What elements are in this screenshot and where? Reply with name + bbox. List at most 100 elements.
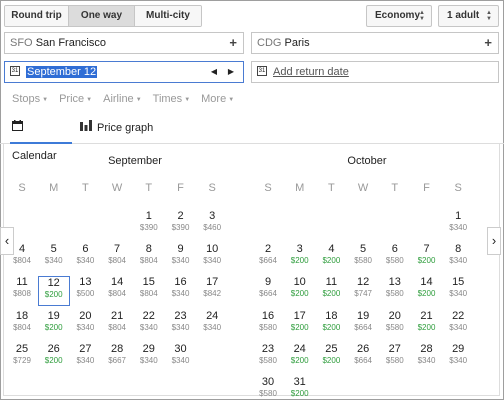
calendar-day[interactable]: 24 $340 [196,310,228,340]
price-filter[interactable]: Price ▼ [59,93,92,105]
calendar-day[interactable]: 7 $804 [101,243,133,273]
round-trip-button[interactable]: Round trip [5,6,69,26]
calendar-day[interactable]: 26 $664 [347,343,379,373]
calendar-day[interactable]: 14 $200 [411,276,443,306]
calendar-day[interactable]: 6 $580 [379,243,411,273]
next-date-arrow-icon[interactable]: ▶ [228,62,234,82]
calendar-day[interactable]: 29 $340 [133,343,165,373]
tab-calendar[interactable]: Calendar [10,114,72,162]
calendar-day[interactable]: 10 $340 [196,243,228,273]
departure-date-value[interactable]: September 12 [26,66,98,78]
day-price: $200 [417,322,436,332]
calendar-day[interactable]: 3 $460 [196,210,228,240]
calendar-day[interactable]: 30 $340 [165,343,197,373]
add-return-date-link[interactable]: Add return date [273,66,349,78]
weekday-header: S [18,182,26,194]
calendar-day[interactable]: 7 $200 [411,243,443,273]
stops-filter[interactable]: Stops ▼ [12,93,48,105]
day-number: 29 [452,342,465,355]
calendar-day[interactable]: 27 $340 [69,343,101,373]
calendar-day[interactable]: 11 $808 [6,276,38,306]
calendar-day[interactable]: 23 $580 [252,343,284,373]
return-date-field[interactable]: 31 Add return date [251,61,499,83]
next-month-button[interactable]: › [487,227,501,255]
tab-price-graph[interactable]: Price graph [78,114,158,144]
day-number: 3 [209,210,216,222]
day-price: $340 [171,256,190,266]
calendar-day[interactable]: 20 $580 [379,310,411,340]
calendar-day[interactable]: 21 $804 [101,310,133,340]
origin-field[interactable]: SFO San Francisco + [4,32,244,54]
day-number: 25 [325,342,338,355]
calendar-day[interactable]: 15 $340 [442,276,474,306]
calendar-day[interactable]: 12 $200 [37,276,70,307]
previous-month-button[interactable]: ‹ [0,227,14,255]
calendar-day[interactable]: 16 $340 [165,276,197,306]
calendar-day[interactable]: 15 $804 [133,276,165,306]
calendar-day[interactable]: 25 $200 [315,343,347,373]
day-number: 18 [15,309,29,322]
times-filter[interactable]: Times ▼ [153,93,191,105]
add-destination-plus-icon[interactable]: + [484,33,492,53]
day-price: $200 [290,322,309,332]
calendar-day[interactable]: 27 $580 [379,343,411,373]
airline-filter[interactable]: Airline ▼ [103,93,142,105]
calendar-day[interactable]: 5 $340 [38,243,70,273]
day-price: $580 [259,389,277,398]
calendar-day[interactable]: 13 $500 [69,276,101,306]
month-title-september: September [108,155,162,167]
calendar-day[interactable]: 5 $580 [347,243,379,273]
calendar-day[interactable]: 29 $340 [442,343,474,373]
times-filter-label: Times [152,93,183,105]
calendar-day[interactable]: 26 $200 [38,343,70,373]
calendar-day[interactable]: 6 $340 [69,243,101,273]
calendar-day[interactable]: 30 $580 [252,376,284,400]
calendar-day[interactable]: 11 $200 [315,276,347,306]
calendar-day[interactable]: 2 $390 [165,210,197,240]
calendar-day[interactable]: 1 $390 [133,210,165,240]
calendar-day[interactable]: 10 $200 [284,276,316,306]
calendar-day[interactable]: 19 $664 [347,310,379,340]
calendar-day[interactable]: 8 $804 [133,243,165,273]
calendar-day[interactable]: 22 $340 [442,310,474,340]
cabin-class-value: Economy [375,10,421,21]
calendar-day[interactable]: 16 $580 [252,310,284,340]
day-number: 14 [420,276,433,289]
calendar-day[interactable]: 18 $200 [315,310,347,340]
calendar-day[interactable]: 18 $804 [6,310,38,340]
calendar-day[interactable]: 17 $842 [196,276,228,306]
add-origin-plus-icon[interactable]: + [229,33,237,53]
calendar-day[interactable]: 25 $729 [6,343,38,373]
calendar-day[interactable]: 2 $664 [252,243,284,273]
calendar-day[interactable]: 3 $200 [284,243,316,273]
calendar-day[interactable]: 13 $580 [379,276,411,306]
day-number: 2 [264,243,272,256]
calendar-day[interactable]: 20 $340 [69,310,101,340]
calendar-day[interactable]: 23 $340 [165,310,197,340]
calendar-day[interactable]: 21 $200 [411,310,443,340]
day-price: $340 [449,355,468,365]
previous-date-arrow-icon[interactable]: ◀ [211,62,217,82]
multi-city-button[interactable]: Multi-city [135,6,201,26]
calendar-day[interactable]: 31 $200 [284,376,316,400]
departure-date-field[interactable]: 31 September 12 ◀ ▶ [4,61,244,83]
destination-field[interactable]: CDG Paris + [251,32,499,54]
calendar-day[interactable]: 19 $200 [38,310,70,340]
more-filter[interactable]: More ▼ [201,93,234,105]
calendar-day[interactable]: 12 $747 [347,276,379,306]
cabin-class-dropdown[interactable]: Economy ▲ ▼ [366,5,432,27]
calendar-day[interactable]: 28 $340 [411,343,443,373]
calendar-day[interactable]: 22 $340 [133,310,165,340]
calendar-day[interactable]: 14 $804 [101,276,133,306]
calendar-day[interactable]: 1 $340 [442,210,474,240]
one-way-button[interactable]: One way [69,6,135,26]
calendar-day[interactable]: 9 $340 [165,243,197,273]
calendar-day[interactable]: 9 $664 [252,276,284,306]
calendar-day[interactable]: 8 $340 [442,243,474,273]
weekday-header: T [328,182,335,194]
calendar-day[interactable]: 17 $200 [284,310,316,340]
calendar-day[interactable]: 4 $200 [315,243,347,273]
passengers-dropdown[interactable]: 1 adult ▲ ▼ [438,5,499,27]
calendar-day[interactable]: 28 $667 [101,343,133,373]
calendar-day[interactable]: 24 $200 [284,343,316,373]
